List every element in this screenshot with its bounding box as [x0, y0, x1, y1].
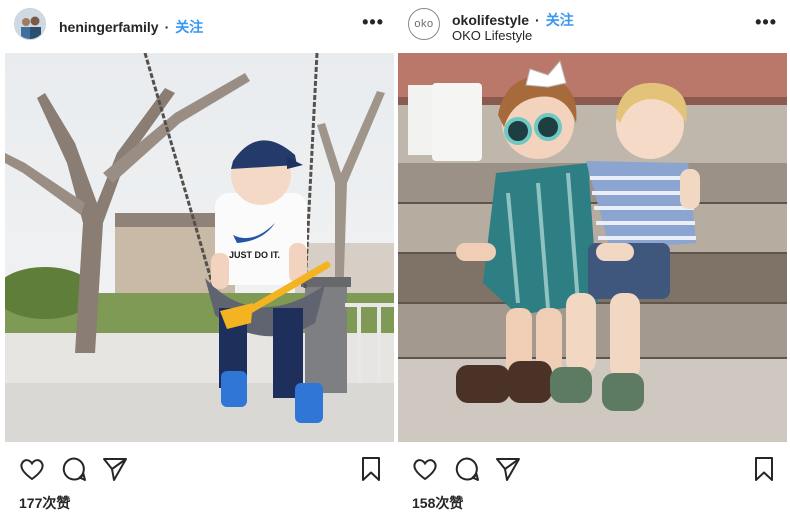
- like-count[interactable]: 158次赞: [412, 493, 463, 513]
- post-photo[interactable]: JUST DO IT.: [5, 53, 394, 442]
- follow-button[interactable]: 关注: [546, 12, 574, 28]
- family-avatar-icon: [15, 9, 45, 39]
- more-options-icon[interactable]: •••: [362, 12, 384, 33]
- follow-button[interactable]: 关注: [175, 19, 203, 35]
- comment-icon[interactable]: [60, 455, 88, 483]
- post-okolifestyle: oko okolifestyle · 关注 OKO Lifestyle •••: [398, 0, 787, 516]
- post-photo[interactable]: [398, 53, 787, 442]
- username[interactable]: okolifestyle: [452, 12, 529, 28]
- post-heningerfamily: heningerfamily · 关注 ••• JUST DO IT. 177次…: [5, 0, 394, 516]
- avatar[interactable]: [14, 8, 46, 40]
- two-kids-on-steps-photo-icon: [398, 53, 787, 442]
- user-line: heningerfamily · 关注: [59, 17, 203, 37]
- child-on-swing-photo-icon: JUST DO IT.: [5, 53, 394, 442]
- share-icon[interactable]: [494, 455, 522, 483]
- shirt-text: JUST DO IT.: [229, 250, 280, 260]
- action-bar: [5, 455, 394, 483]
- username[interactable]: heningerfamily: [59, 19, 159, 35]
- bookmark-icon[interactable]: [357, 455, 385, 483]
- share-icon[interactable]: [101, 455, 129, 483]
- more-options-icon[interactable]: •••: [755, 12, 777, 33]
- avatar[interactable]: oko: [408, 8, 440, 40]
- post-header: heningerfamily · 关注 •••: [5, 0, 394, 50]
- bookmark-icon[interactable]: [750, 455, 778, 483]
- user-line: okolifestyle · 关注: [452, 10, 574, 30]
- oko-logo: oko: [414, 18, 434, 30]
- comment-icon[interactable]: [453, 455, 481, 483]
- separator-dot: ·: [164, 19, 170, 35]
- separator-dot: ·: [535, 12, 540, 28]
- action-bar: [398, 455, 787, 483]
- heart-icon[interactable]: [411, 455, 439, 483]
- heart-icon[interactable]: [18, 455, 46, 483]
- like-count[interactable]: 177次赞: [19, 493, 70, 513]
- account-subtitle[interactable]: OKO Lifestyle: [452, 28, 532, 43]
- post-header: oko okolifestyle · 关注 OKO Lifestyle •••: [398, 0, 787, 50]
